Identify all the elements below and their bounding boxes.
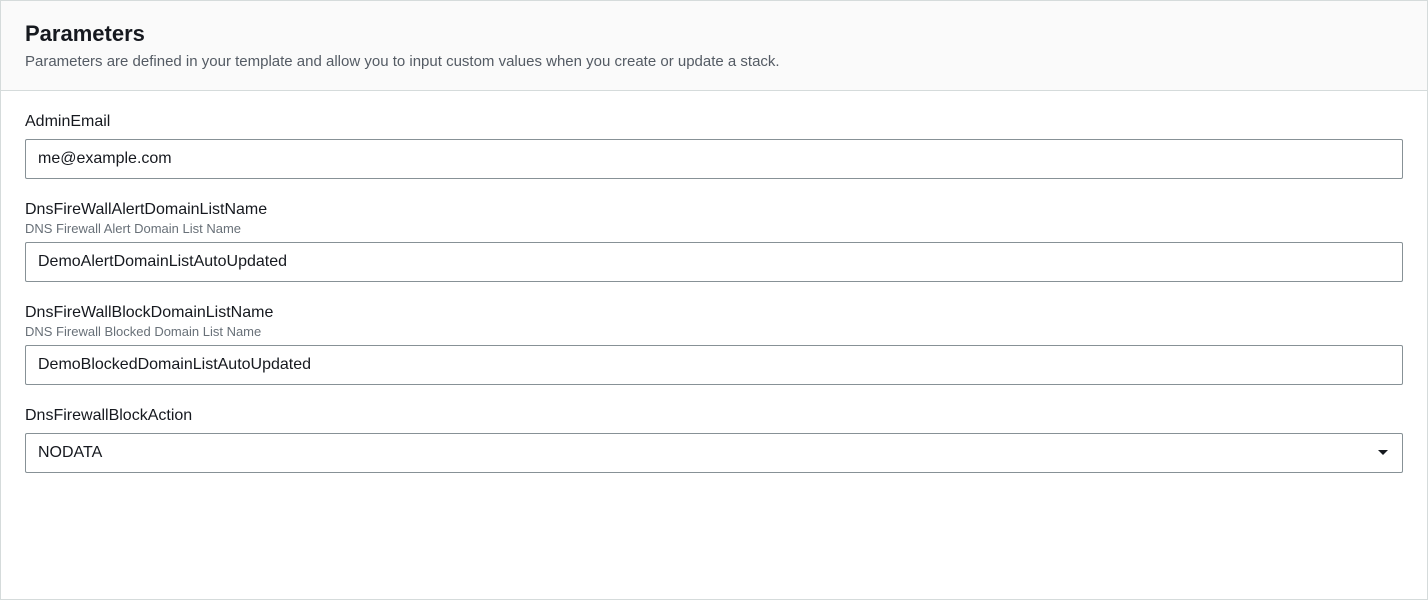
field-block-action: DnsFirewallBlockAction NODATA — [25, 407, 1403, 473]
field-block-domain-list: DnsFireWallBlockDomainListName DNS Firew… — [25, 304, 1403, 385]
alert-domain-list-label: DnsFireWallAlertDomainListName — [25, 201, 1403, 219]
parameters-title: Parameters — [25, 21, 1403, 47]
admin-email-input[interactable] — [25, 139, 1403, 179]
block-action-select[interactable]: NODATA — [25, 433, 1403, 473]
alert-domain-list-hint: DNS Firewall Alert Domain List Name — [25, 221, 1403, 236]
field-alert-domain-list: DnsFireWallAlertDomainListName DNS Firew… — [25, 201, 1403, 282]
block-action-label: DnsFirewallBlockAction — [25, 407, 1403, 425]
block-domain-list-hint: DNS Firewall Blocked Domain List Name — [25, 324, 1403, 339]
block-domain-list-label: DnsFireWallBlockDomainListName — [25, 304, 1403, 322]
parameters-description: Parameters are defined in your template … — [25, 53, 1403, 70]
block-domain-list-input[interactable] — [25, 345, 1403, 385]
parameters-body: AdminEmail DnsFireWallAlertDomainListNam… — [1, 91, 1427, 519]
field-admin-email: AdminEmail — [25, 113, 1403, 179]
parameters-header: Parameters Parameters are defined in you… — [1, 1, 1427, 91]
admin-email-label: AdminEmail — [25, 113, 1403, 131]
parameters-panel: Parameters Parameters are defined in you… — [0, 0, 1428, 600]
alert-domain-list-input[interactable] — [25, 242, 1403, 282]
